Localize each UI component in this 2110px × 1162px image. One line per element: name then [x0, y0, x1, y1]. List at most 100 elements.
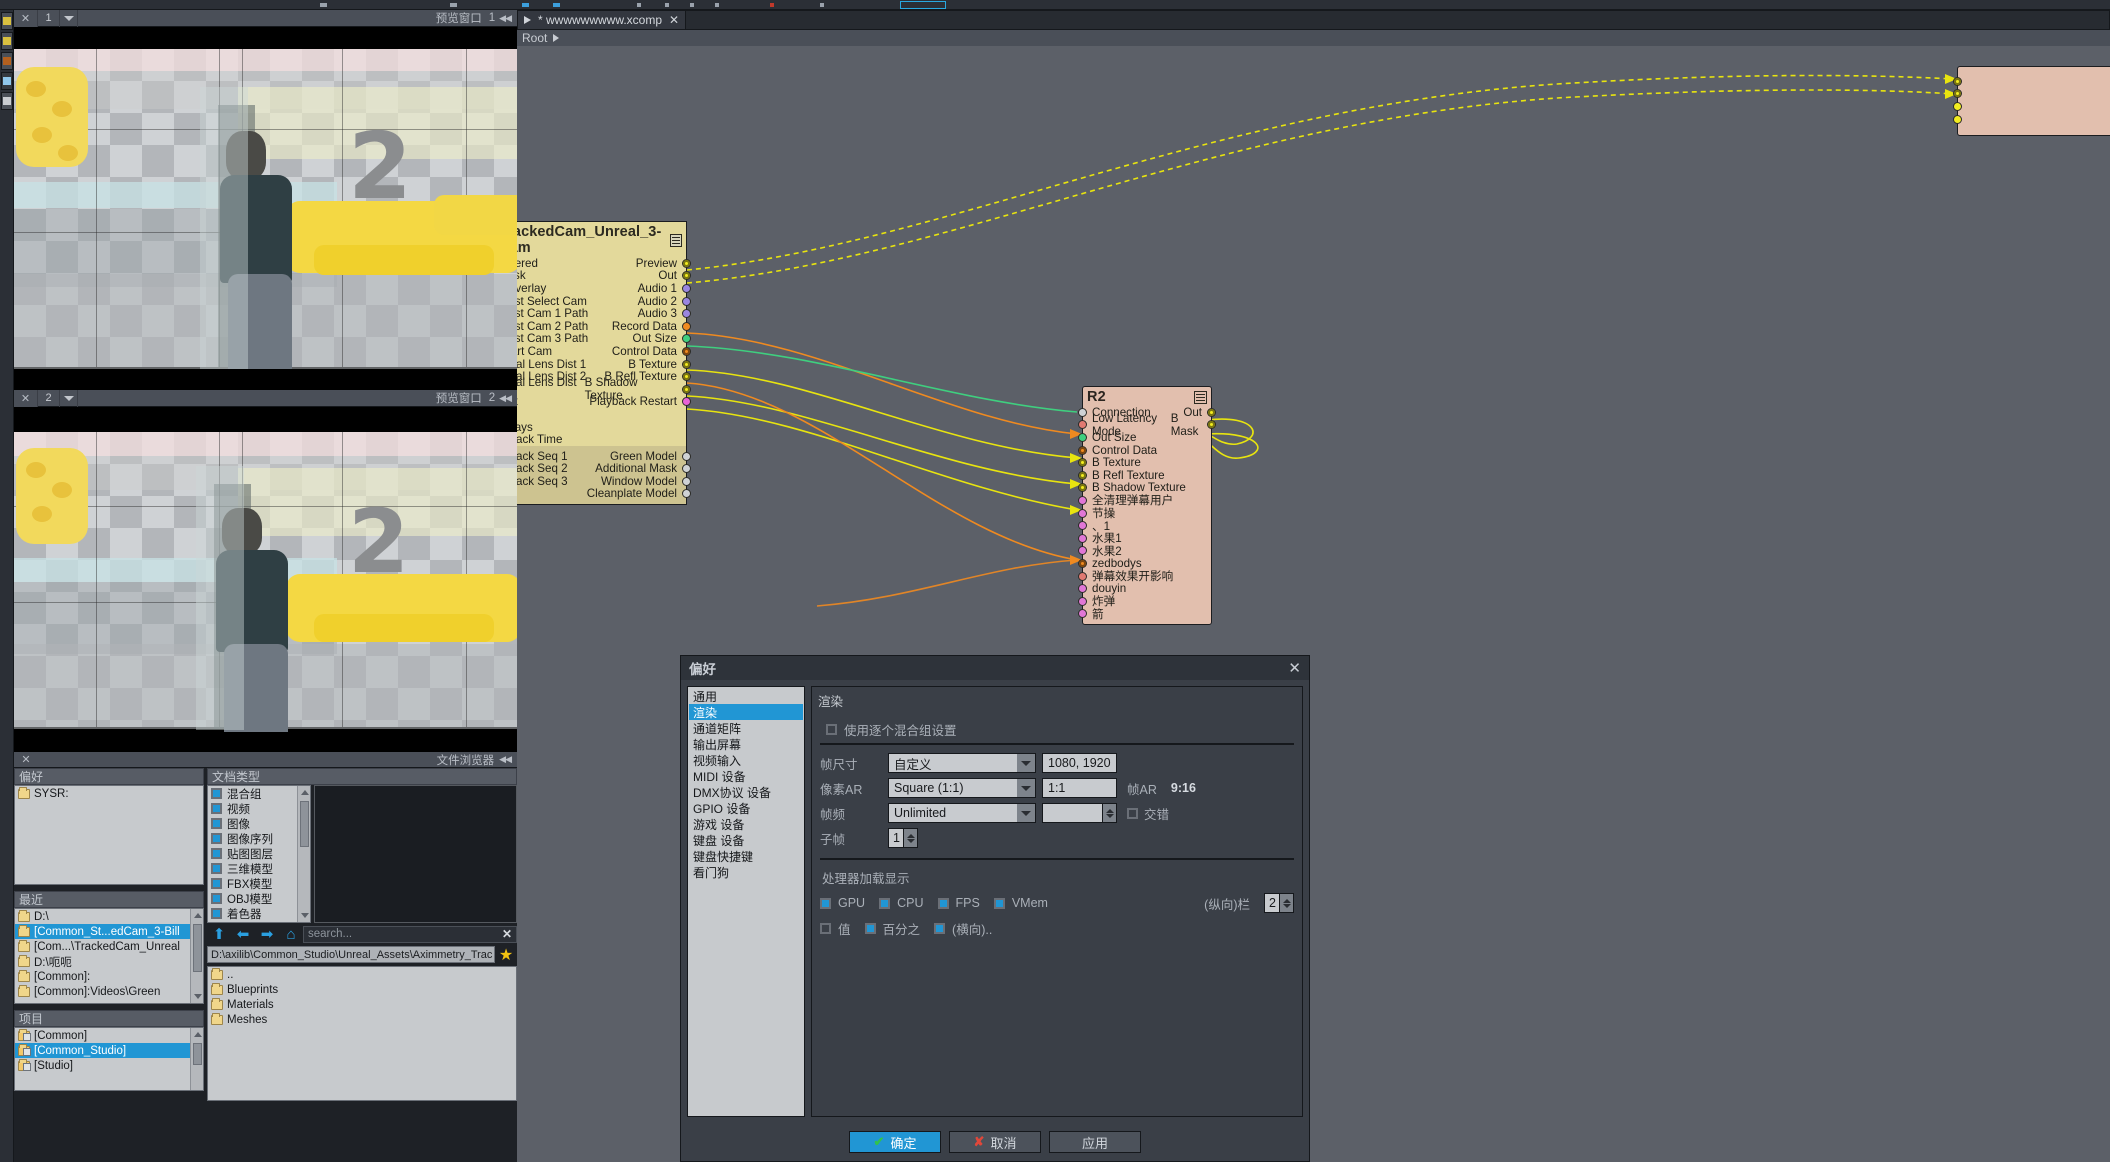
list-item[interactable]: 图像序列	[208, 831, 310, 846]
port-pin[interactable]	[1953, 114, 1962, 124]
list-item[interactable]: [Studio]	[15, 1058, 203, 1073]
preferences-dialog[interactable]: 偏好 ✕ 通用 渲染 通道矩阵 输出屏幕 视频输入 MIDI 设备 DMX协议 …	[680, 655, 1310, 1162]
checkbox-icon[interactable]	[993, 897, 1005, 909]
checkbox-icon[interactable]	[820, 923, 831, 934]
nav-item-general[interactable]: 通用	[689, 688, 803, 704]
apply-button[interactable]: 应用	[1049, 1131, 1141, 1153]
frame-rate-select[interactable]: Unlimited	[888, 803, 1036, 823]
preferences-nav-list[interactable]: 通用 渲染 通道矩阵 输出屏幕 视频输入 MIDI 设备 DMX协议 设备 GP…	[687, 686, 805, 1117]
toolbar-icon[interactable]	[715, 3, 719, 7]
cpu-checkbox-row[interactable]: CPU	[879, 896, 924, 910]
tab-composition[interactable]: * wwwwwwwww.xcomp ✕	[517, 10, 687, 30]
file-list[interactable]: .. Blueprints Materials Meshes	[207, 966, 517, 1101]
rail-icon-4[interactable]	[1, 72, 13, 90]
nav-item-video-input[interactable]: 视频输入	[689, 752, 803, 768]
hamburger-icon[interactable]	[670, 233, 682, 247]
nav-item-keyboard-shortcuts[interactable]: 键盘快捷键	[689, 848, 803, 864]
toolbar-icon[interactable]	[320, 3, 327, 7]
checkbox-icon[interactable]	[934, 923, 946, 934]
list-item[interactable]: 视频	[208, 801, 310, 816]
rail-icon-1[interactable]	[1, 12, 13, 30]
chevron-down-icon[interactable]	[1017, 779, 1035, 797]
projects-list[interactable]: [Common] [Common_Studio] [Studio]	[14, 1027, 204, 1091]
toolbar-icon[interactable]	[820, 3, 824, 7]
list-item[interactable]: [Common]:	[15, 969, 203, 984]
checkbox-icon[interactable]	[211, 788, 222, 799]
spinner-icon[interactable]	[903, 829, 917, 847]
list-item[interactable]: [Common]:Videos\Green	[15, 984, 203, 999]
nav-item-keyboard-device[interactable]: 键盘 设备	[689, 832, 803, 848]
port-pin[interactable]	[1953, 89, 1962, 99]
value-checkbox-row[interactable]: 值	[820, 919, 851, 938]
recent-list[interactable]: D:\ [Common_St...edCam_3-Bill [Com...\Tr…	[14, 908, 204, 1004]
list-item[interactable]: 着色器	[208, 906, 310, 921]
list-item[interactable]: [Common]	[15, 1028, 203, 1043]
preview-window-1[interactable]: 2	[14, 27, 517, 390]
port-pin[interactable]	[1078, 571, 1087, 581]
preview-window-2[interactable]: 2	[14, 407, 517, 752]
list-item[interactable]: 图像	[208, 816, 310, 831]
port-pin[interactable]	[1078, 596, 1087, 606]
toolbar-selected-item[interactable]	[900, 1, 946, 9]
scroll-down-icon[interactable]	[298, 909, 310, 922]
columns-input[interactable]: 2	[1264, 893, 1294, 913]
port-pin[interactable]	[682, 384, 691, 394]
port-pin[interactable]	[1078, 495, 1087, 505]
close-icon[interactable]: ✕	[669, 13, 679, 27]
chevron-down-icon[interactable]	[1017, 804, 1035, 822]
hamburger-icon[interactable]	[1194, 390, 1207, 404]
nav-item-watchdog[interactable]: 看门狗	[689, 864, 803, 880]
arrow-left-icon[interactable]: ⬅	[231, 923, 255, 945]
port-pin[interactable]	[1078, 470, 1087, 480]
gpu-checkbox-row[interactable]: GPU	[820, 896, 865, 910]
port-pin[interactable]	[682, 258, 691, 268]
checkbox-icon[interactable]	[937, 897, 949, 909]
nav-item-channel-matrix[interactable]: 通道矩阵	[689, 720, 803, 736]
toolbar-icon[interactable]	[637, 3, 641, 7]
port-pin[interactable]	[682, 451, 691, 461]
port-pin[interactable]	[1953, 76, 1962, 86]
port-pin[interactable]	[1078, 508, 1087, 518]
port-pin[interactable]	[682, 464, 691, 474]
port-pin[interactable]	[682, 476, 691, 486]
breadcrumb-root[interactable]: Root	[522, 31, 547, 45]
interlace-checkbox[interactable]	[1127, 807, 1138, 819]
star-icon[interactable]: ★	[495, 945, 517, 965]
list-item[interactable]: [Common_Studio]	[15, 1043, 203, 1058]
nav-item-game-device[interactable]: 游戏 设备	[689, 816, 803, 832]
collapse-icon[interactable]: ◀◀	[499, 393, 517, 404]
toolbar-icon[interactable]	[553, 3, 560, 7]
list-item[interactable]: D:\	[15, 909, 203, 924]
nav-item-gpio-device[interactable]: GPIO 设备	[689, 800, 803, 816]
recent-scrollbar[interactable]	[190, 909, 203, 1003]
close-icon[interactable]: ✕	[14, 9, 38, 27]
pixel-ar-input[interactable]: 1:1	[1042, 778, 1117, 798]
checkbox-icon[interactable]	[864, 923, 876, 934]
chevron-down-icon[interactable]	[60, 389, 78, 407]
rail-icon-3[interactable]	[1, 52, 13, 70]
port-pin[interactable]	[682, 359, 691, 369]
checkbox-icon[interactable]	[211, 818, 222, 829]
spinner-icon[interactable]	[1279, 894, 1293, 912]
port-pin[interactable]	[1078, 533, 1087, 543]
pixel-ar-select[interactable]: Square (1:1)	[888, 778, 1036, 798]
fps-checkbox-row[interactable]: FPS	[937, 896, 980, 910]
port-pin[interactable]	[1078, 558, 1087, 568]
scroll-up-icon[interactable]	[191, 909, 203, 922]
percent-checkbox-row[interactable]: 百分之	[864, 919, 920, 938]
checkbox-icon[interactable]	[211, 848, 222, 859]
list-item[interactable]: 混合组	[208, 786, 310, 801]
list-item[interactable]: [Com...\TrackedCam_Unreal	[15, 939, 203, 954]
scroll-up-icon[interactable]	[191, 1028, 203, 1041]
list-item[interactable]: D:\呃呃	[15, 954, 203, 969]
list-item[interactable]: SYSR:	[15, 786, 203, 801]
checkbox-icon[interactable]	[211, 863, 222, 874]
port-pin[interactable]	[682, 271, 691, 281]
nav-item-render[interactable]: 渲染	[689, 704, 803, 720]
toolbar-icon[interactable]	[522, 3, 529, 7]
port-pin[interactable]	[682, 309, 691, 319]
checkbox-icon[interactable]	[211, 878, 222, 889]
use-group-settings-row[interactable]: 使用逐个混合组设置	[826, 720, 1294, 739]
favorites-list[interactable]: SYSR:	[14, 785, 204, 885]
port-pin[interactable]	[682, 283, 691, 293]
